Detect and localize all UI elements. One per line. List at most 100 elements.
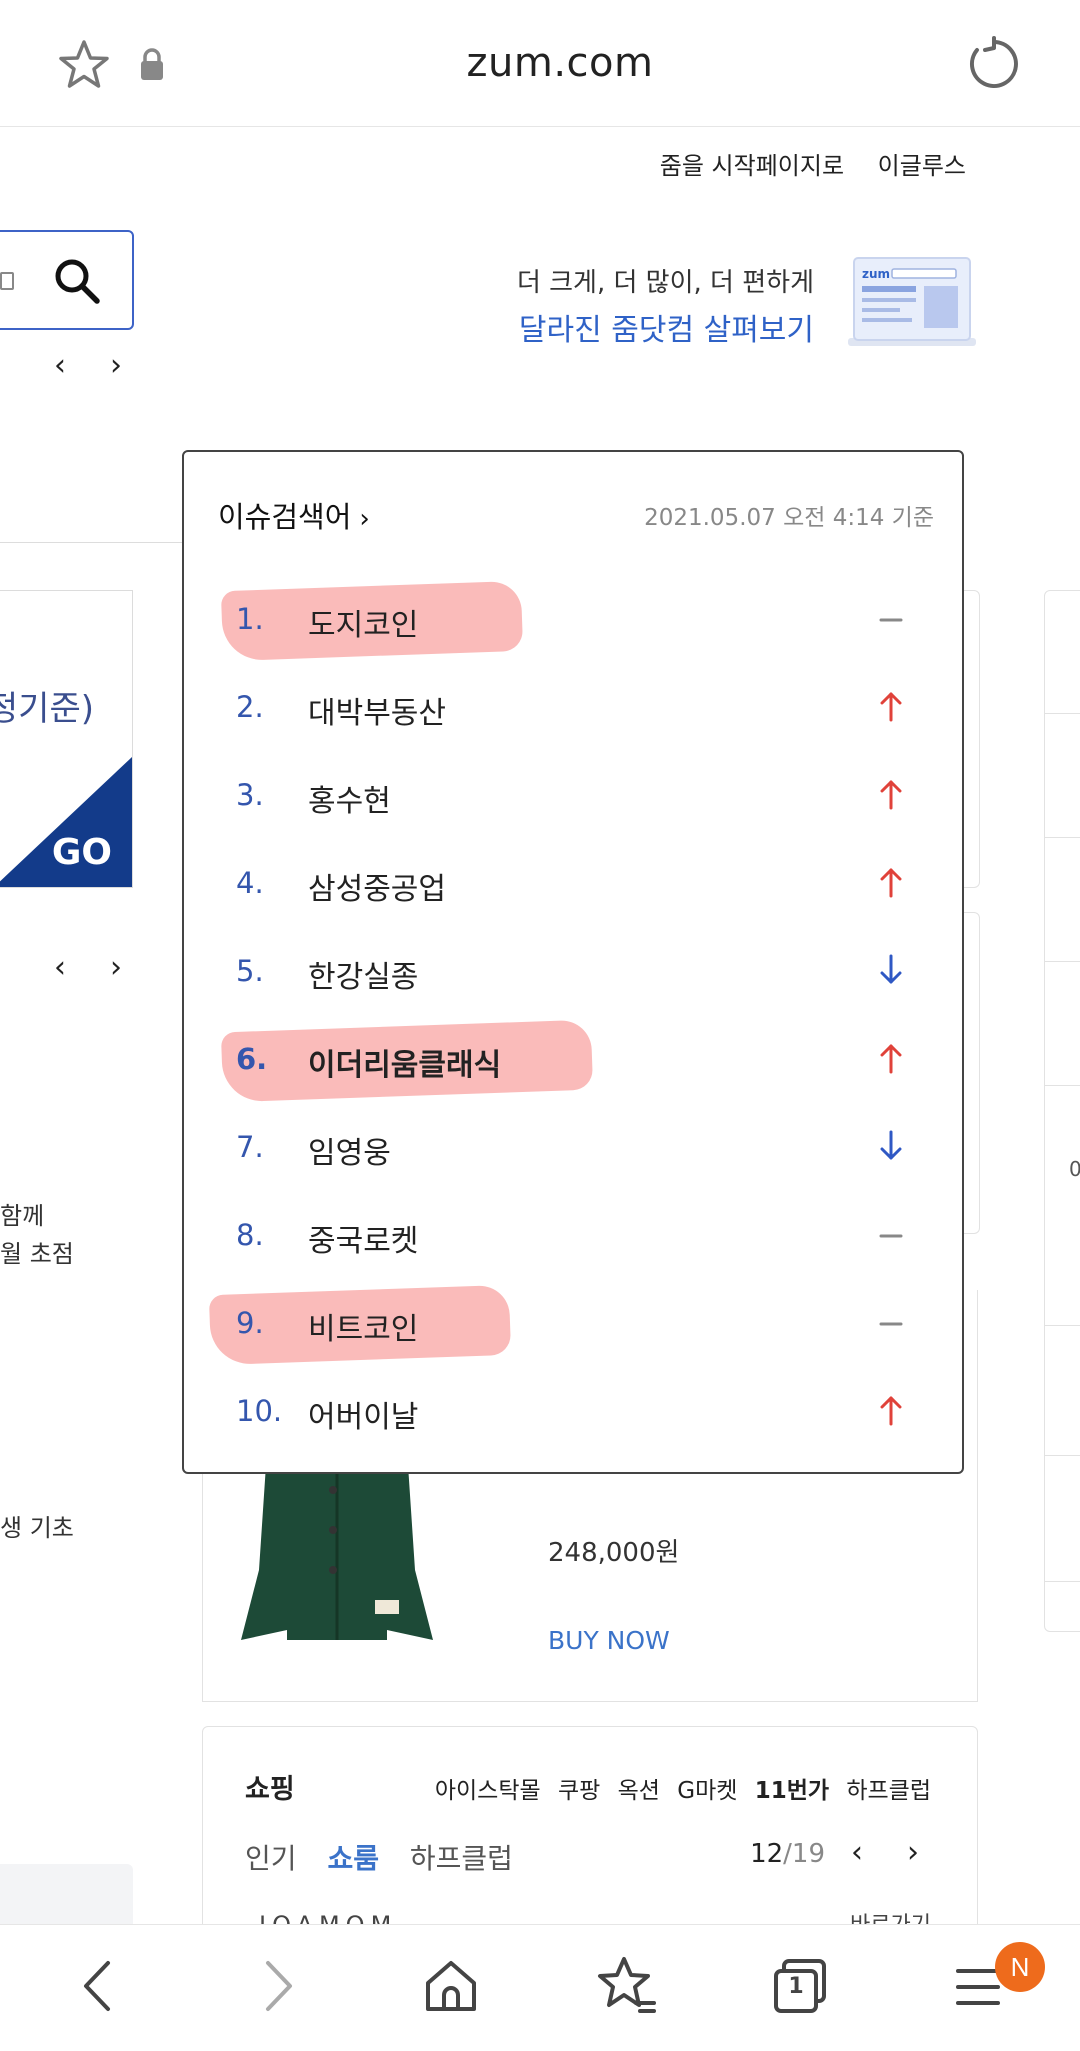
issue-keyword[interactable]: 중국로켓 [308,1216,418,1260]
issue-rank: 4. [236,866,264,900]
page-total: /19 [783,1839,825,1869]
buy-now-link[interactable]: BUY NOW [548,1626,670,1655]
left-text-1b: 월 초점 [0,1240,74,1268]
issue-keyword[interactable]: 임영웅 [308,1128,391,1172]
trend-down-arrow-icon [880,1130,902,1160]
notification-badge[interactable]: N [995,1942,1045,1992]
issue-keyword[interactable]: 홍수현 [308,776,391,820]
issue-keyword[interactable]: 삼성중공업 [308,864,446,908]
browser-top-bar: zum.com [0,0,1080,127]
egloos-link[interactable]: 이글루스 [878,152,966,180]
trend-up-arrow-icon [880,1396,902,1426]
mall-link[interactable]: G마켓 [677,1778,737,1804]
tab-halfclub[interactable]: 하프클럽 [410,1842,513,1875]
product-price: 248,000원 [548,1538,680,1568]
tab-popular[interactable]: 인기 [245,1842,297,1875]
issue-keyword[interactable]: 어버이날 [308,1392,418,1436]
issue-row[interactable]: 2. 대박부동산 [184,668,962,756]
home-icon[interactable] [418,1953,484,2019]
issue-row[interactable]: 5. 한강실종 [184,932,962,1020]
issue-rank: 1. [236,602,264,636]
issue-rank: 5. [236,954,264,988]
issue-row[interactable]: 10. 어버이날 [184,1372,962,1460]
mall-link[interactable]: 쿠팡 [558,1778,600,1804]
chevron-right-icon[interactable]: › [88,348,144,383]
chevron-right-icon[interactable]: › [885,1835,941,1870]
issue-keyword[interactable]: 비트코인 [308,1304,418,1348]
mall-link[interactable]: 11번가 [755,1778,829,1804]
issue-keyword[interactable]: 도지코인 [308,600,418,644]
row-divider [1045,1455,1080,1456]
bookmarks-icon[interactable] [594,1953,660,2019]
banner-text: 정기준) [0,689,94,729]
set-homepage-link[interactable]: 줌을 시작페이지로 [660,152,844,180]
search-carousel-arrows: ‹ › [32,348,144,383]
search-icon[interactable] [52,256,102,306]
issue-title[interactable]: 이슈검색어 › [218,494,370,536]
issue-keyword[interactable]: 대박부동산 [308,688,446,732]
issue-rank: 10. [236,1394,283,1428]
issue-row[interactable]: 9. 비트코인 [184,1284,962,1372]
chevron-left-icon[interactable]: ‹ [32,348,88,383]
mall-link[interactable]: 옥션 [618,1778,660,1804]
chevron-left-icon[interactable]: ‹ [32,950,88,985]
back-arrow-icon[interactable] [66,1953,132,2019]
issue-row[interactable]: 8. 중국로켓 [184,1196,962,1284]
row-divider [1045,713,1080,714]
tab-showroom[interactable]: 쇼룸 [327,1842,379,1875]
banner-carousel-arrows: ‹ › [32,950,144,985]
keyboard-icon[interactable] [0,272,14,290]
shopping-mall-links: 아이스탁몰 쿠팡 옥션 G마켓 11번가 하프클럽 [425,1771,931,1805]
shopping-section: 쇼핑 아이스탁몰 쿠팡 옥션 G마켓 11번가 하프클럽 인기 쇼룸 하프클럽 … [202,1726,978,1946]
trend-up-arrow-icon [880,780,902,810]
issue-rank: 9. [236,1306,264,1340]
shopping-arrows: ‹ › [829,1835,941,1870]
page-current: 12 [750,1839,784,1869]
chevron-right-icon[interactable]: › [88,950,144,985]
mall-link[interactable]: 아이스탁몰 [435,1778,541,1804]
issue-rank: 3. [236,778,264,812]
trend-up-arrow-icon [880,868,902,898]
search-box[interactable] [0,230,134,330]
issue-row[interactable]: 7. 임영웅 [184,1108,962,1196]
tab-count: 1 [788,1974,804,1999]
trend-same-dash-icon [879,1234,903,1238]
laptop-illustration-icon: zum [848,257,976,346]
issue-list: 1. 도지코인 2. 대박부동산 3. 홍수현 4. 삼성중공업 5. 한강실종 6. 이더리움클래식… [184,580,962,1460]
issue-rank: 8. [236,1218,264,1252]
shopping-tabs: 인기 쇼룸 하프클럽 [245,1837,535,1877]
forward-arrow-icon[interactable] [244,1953,310,2019]
issue-row[interactable]: 4. 삼성중공업 [184,844,962,932]
chevron-right-icon: › [359,504,370,534]
issue-keyword[interactable]: 한강실종 [308,952,418,996]
shopping-title: 쇼핑 [245,1774,295,1805]
issue-title-text: 이슈검색어 [218,500,352,534]
promo-line-2: 달라진 줌닷컴 살펴보기 [518,313,814,348]
promo-banner[interactable]: 더 크게, 더 많이, 더 편하게 달라진 줌닷컴 살펴보기 [517,262,814,349]
trend-same-dash-icon [879,618,903,622]
issue-row[interactable]: 3. 홍수현 [184,756,962,844]
right-number: 0 [1069,1157,1080,1181]
issue-keyword[interactable]: 이더리움클래식 [308,1040,501,1084]
issue-keyword-popup: 이슈검색어 › 2021.05.07 오전 4:14 기준 1. 도지코인 2. 대박부… [182,450,964,1474]
issue-rank: 6. [236,1042,268,1076]
issue-timestamp: 2021.05.07 오전 4:14 기준 [644,505,934,531]
row-divider [1045,1085,1080,1086]
chevron-left-icon[interactable]: ‹ [829,1835,885,1870]
address-bar-url[interactable]: zum.com [0,40,1080,86]
issue-rank: 7. [236,1130,264,1164]
trend-same-dash-icon [879,1322,903,1326]
left-text-1a: 함께 [0,1202,45,1230]
browser-bottom-bar: 1 [0,1924,1080,2051]
left-text-2: 생 기초 [0,1514,74,1542]
tabs-icon[interactable]: 1 [768,1953,834,2019]
issue-row[interactable]: 6. 이더리움클래식 [184,1019,962,1108]
mall-link[interactable]: 하프클럽 [846,1778,931,1804]
issue-row[interactable]: 1. 도지코인 [184,580,962,668]
shopping-pagination: 12/19 [750,1839,825,1869]
promo-logo-text: zum [862,267,890,281]
reload-icon[interactable] [966,36,1022,92]
banner-go-button[interactable]: GO [52,832,112,873]
left-banner[interactable]: 정기준) GO [0,590,133,888]
cardigan-product-image[interactable] [237,1450,437,1640]
